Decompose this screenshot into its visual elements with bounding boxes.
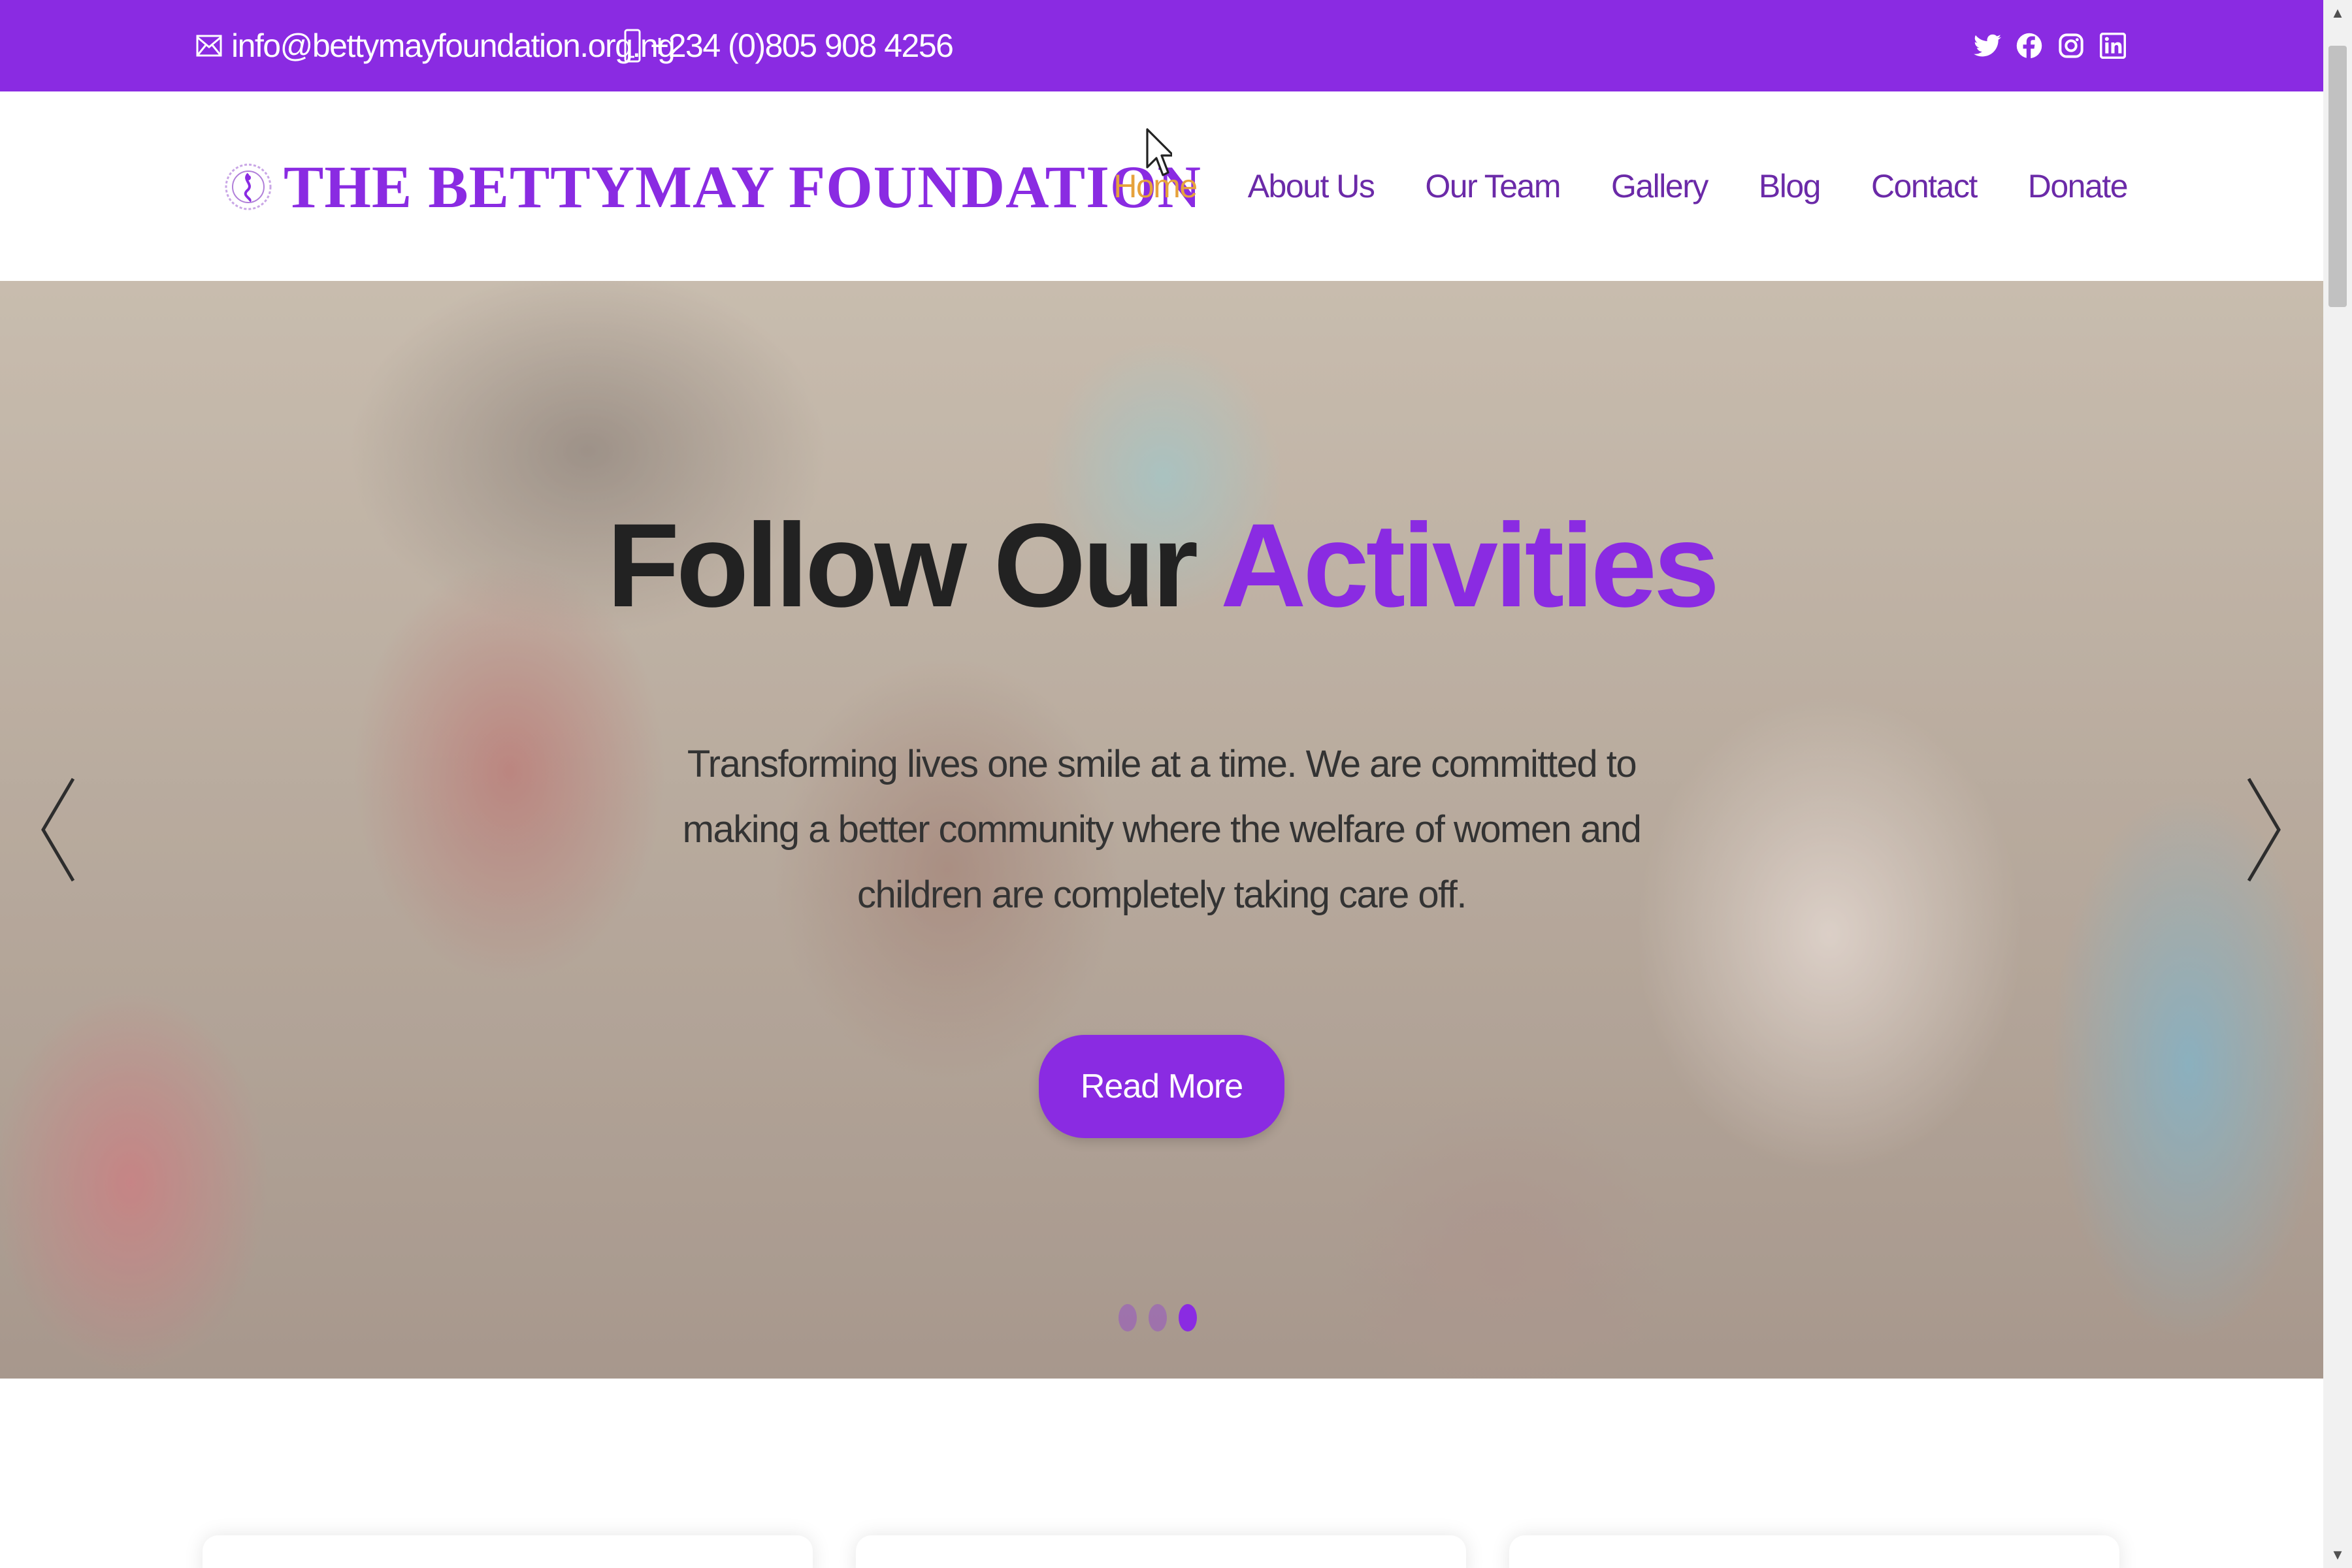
email-link[interactable]: info@bettymayfoundation.org.ng <box>196 0 676 91</box>
slider-dots <box>1119 1304 1197 1331</box>
main-nav: Home About Us Our Team Gallery Blog Cont… <box>1113 91 2129 281</box>
slider-next-arrow-icon[interactable] <box>2237 771 2289 889</box>
page-scrollbar[interactable]: ▲ ▼ <box>2323 0 2352 1568</box>
hero-slider: Follow Our Activities Transforming lives… <box>0 281 2323 1379</box>
hero-text: Transforming lives one smile at a time. … <box>682 743 1642 916</box>
email-text: info@bettymayfoundation.org.ng <box>231 27 676 64</box>
hero-content: Follow Our Activities Transforming lives… <box>0 281 2323 1379</box>
scroll-up-arrow-icon[interactable]: ▲ <box>2330 5 2345 21</box>
hero-title: Follow Our Activities <box>0 497 2323 634</box>
slider-dot-2[interactable] <box>1149 1304 1167 1331</box>
hero-title-main: Follow Our <box>606 498 1198 632</box>
mobile-phone-icon <box>624 29 641 63</box>
nav-gallery[interactable]: Gallery <box>1611 167 1708 205</box>
site-logo[interactable]: THE BETTYMAY FOUNDATION <box>222 149 1201 225</box>
nav-blog[interactable]: Blog <box>1759 167 1821 205</box>
hero-title-accent: Activities <box>1220 498 1720 632</box>
slider-dot-3[interactable] <box>1179 1304 1197 1331</box>
nav-donate[interactable]: Donate <box>2028 167 2129 205</box>
linkedin-icon[interactable] <box>2099 29 2127 63</box>
phone-link[interactable]: +234 (0)805 908 4256 <box>624 0 954 91</box>
feature-card-1 <box>203 1535 813 1568</box>
slider-dot-1[interactable] <box>1119 1304 1137 1331</box>
social-links <box>1973 0 2127 91</box>
mouse-cursor-icon <box>1146 128 1172 176</box>
instagram-icon[interactable] <box>2057 29 2085 63</box>
top-contact-bar: info@bettymayfoundation.org.ng +234 (0)8… <box>0 0 2323 91</box>
feature-card-3 <box>1509 1535 2119 1568</box>
nav-contact[interactable]: Contact <box>1871 167 1978 205</box>
facebook-icon[interactable] <box>2015 29 2044 63</box>
brand-name: THE BETTYMAY FOUNDATION <box>284 154 1201 220</box>
site-header: THE BETTYMAY FOUNDATION Home About Us Ou… <box>0 91 2323 281</box>
slider-prev-arrow-icon[interactable] <box>33 771 85 889</box>
envelope-icon <box>196 35 222 57</box>
feature-card-2 <box>856 1535 1466 1568</box>
phone-text: +234 (0)805 908 4256 <box>650 27 954 64</box>
read-more-button[interactable]: Read More <box>1039 1035 1284 1138</box>
nav-about-us[interactable]: About Us <box>1248 167 1375 205</box>
scrollbar-thumb[interactable] <box>2328 46 2347 307</box>
foundation-emblem-icon <box>225 163 272 210</box>
scroll-down-arrow-icon[interactable]: ▼ <box>2330 1547 2345 1563</box>
twitter-icon[interactable] <box>1973 29 2002 63</box>
nav-our-team[interactable]: Our Team <box>1425 167 1561 205</box>
